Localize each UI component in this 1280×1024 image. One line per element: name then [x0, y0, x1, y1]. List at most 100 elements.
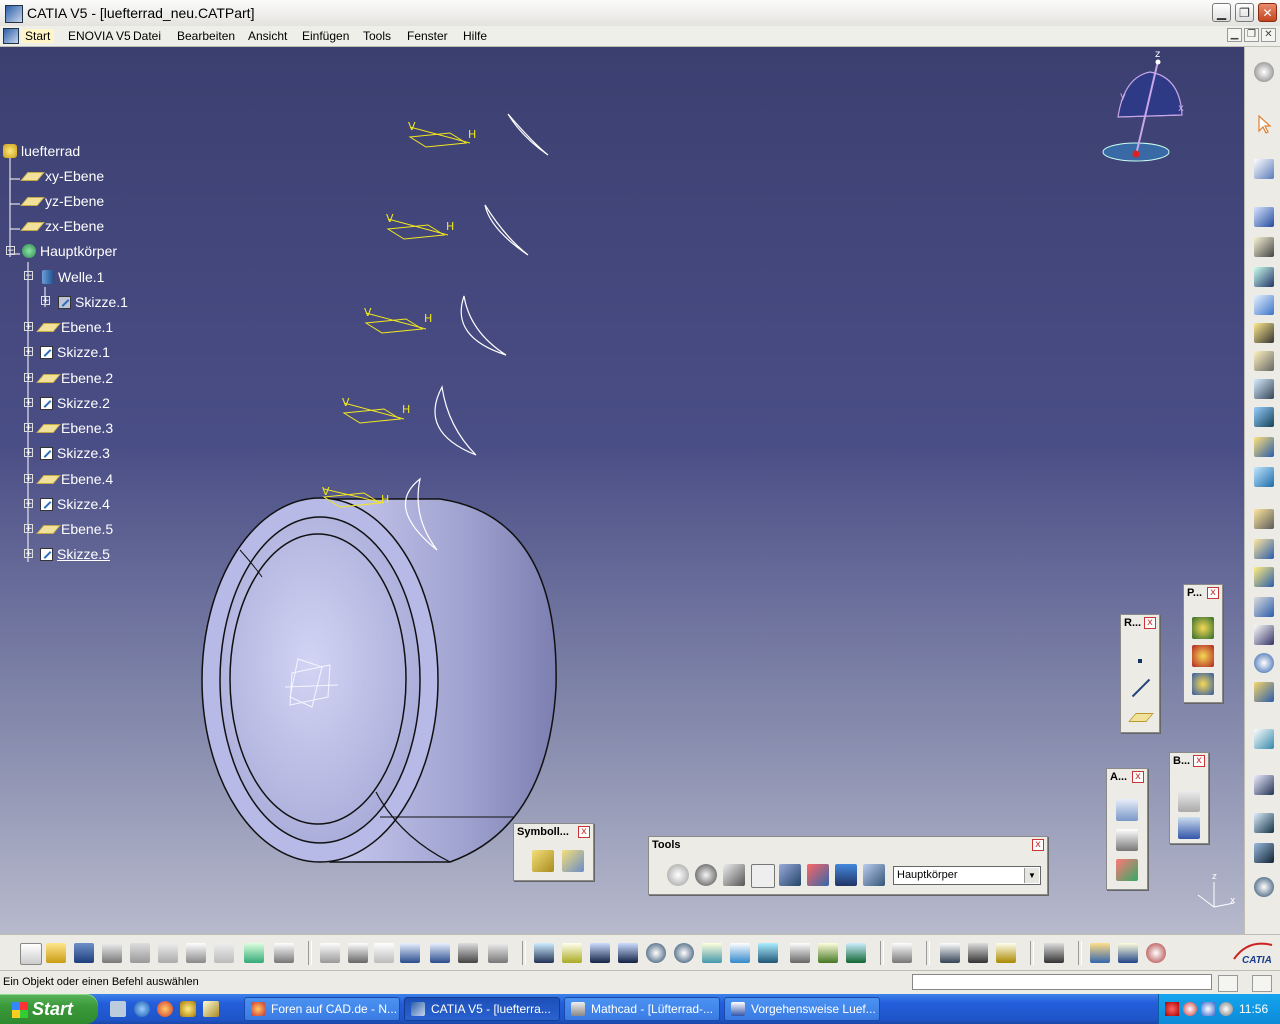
- paste-icon[interactable]: [186, 943, 206, 963]
- expand-toggle[interactable]: +: [24, 347, 33, 357]
- chevron-down-icon[interactable]: ▼: [1024, 868, 1039, 883]
- tools-palette-close[interactable]: x: [1032, 839, 1044, 851]
- draft-analysis-icon[interactable]: [1146, 943, 1166, 963]
- grid-icon[interactable]: [1254, 843, 1274, 863]
- close-button[interactable]: ✕: [1258, 3, 1277, 22]
- tree-item-skizze-5[interactable]: Skizze.5: [40, 544, 110, 564]
- assemble-icon[interactable]: [1192, 645, 1214, 667]
- task-catia[interactable]: CATIA V5 - [luefterra...: [404, 997, 560, 1021]
- flag-note-icon[interactable]: [1116, 829, 1138, 851]
- update-icon[interactable]: [667, 864, 689, 886]
- text-annotation-icon[interactable]: [1116, 799, 1138, 821]
- remove-loft-icon[interactable]: [1254, 467, 1274, 487]
- fit-all-icon[interactable]: [1254, 877, 1274, 897]
- boolean-icon[interactable]: [1192, 673, 1214, 695]
- pattern-icon[interactable]: [1254, 625, 1274, 645]
- menu-tools[interactable]: Tools: [363, 29, 391, 43]
- 3d-viewport[interactable]: V H V H V H V H V H z y x z x luefterrad…: [0, 47, 1244, 934]
- body-select[interactable]: Hauptkörper ▼: [893, 866, 1041, 885]
- menu-ansicht[interactable]: Ansicht: [248, 29, 287, 43]
- expand-toggle[interactable]: +: [24, 474, 33, 484]
- expand-toggle[interactable]: +: [24, 398, 33, 408]
- new-file-icon[interactable]: [20, 943, 42, 965]
- tree-item-skizze-3[interactable]: Skizze.3: [40, 443, 110, 463]
- minimize-button[interactable]: ▁: [1212, 3, 1231, 22]
- catia-app-icon[interactable]: [5, 5, 23, 23]
- symbol-palette-close[interactable]: x: [578, 826, 590, 838]
- sketch-plane-3[interactable]: [364, 295, 507, 356]
- tree-item-ebene-2[interactable]: Ebene.2: [36, 368, 113, 388]
- task-firefox[interactable]: Foren auf CAD.de - N...: [244, 997, 400, 1021]
- start-button[interactable]: Start: [0, 994, 98, 1024]
- tree-item-welle-1[interactable]: Welle.1: [42, 267, 104, 287]
- measure-inertia-icon[interactable]: [996, 943, 1016, 963]
- measure-between-icon[interactable]: [940, 943, 960, 963]
- menu-hilfe[interactable]: Hilfe: [463, 29, 487, 43]
- task-word[interactable]: Vorgehensweise Luef...: [724, 997, 880, 1021]
- gear-icon[interactable]: [1254, 62, 1274, 82]
- expand-skizze-toggle[interactable]: +: [41, 296, 50, 306]
- expand-toggle[interactable]: +: [24, 322, 33, 332]
- tree-item-xy-ebene[interactable]: xy-Ebene: [20, 166, 104, 186]
- measure-item-icon[interactable]: [968, 943, 988, 963]
- groove-icon[interactable]: [1254, 295, 1274, 315]
- annotation-palette-close[interactable]: x: [1132, 771, 1144, 783]
- 3d-annotation-icon[interactable]: [1116, 859, 1138, 881]
- positioned-sketch-icon[interactable]: [562, 850, 584, 872]
- tree-item-ebene-1[interactable]: Ebene.1: [36, 317, 113, 337]
- scan-icon[interactable]: [807, 864, 829, 886]
- help-icon[interactable]: [274, 943, 294, 963]
- menu-start[interactable]: Start: [21, 29, 55, 43]
- expand-toggle[interactable]: +: [24, 499, 33, 509]
- tray-security-icon[interactable]: [1183, 1002, 1197, 1016]
- plane-icon[interactable]: [1128, 705, 1154, 727]
- shaft-icon[interactable]: [1254, 267, 1274, 287]
- quicklaunch-tool-icon[interactable]: [203, 1001, 219, 1017]
- rotate-icon[interactable]: [618, 943, 638, 963]
- print-icon[interactable]: [102, 943, 122, 963]
- zoom-out-icon[interactable]: [674, 943, 694, 963]
- slot-icon[interactable]: [1254, 379, 1274, 399]
- law-icon[interactable]: [488, 943, 508, 963]
- list-icon[interactable]: [835, 864, 857, 886]
- pad-icon[interactable]: [1254, 207, 1274, 227]
- table-icon[interactable]: [400, 943, 420, 963]
- part-palette-close[interactable]: x: [1207, 587, 1219, 599]
- sew-surface-icon[interactable]: [1254, 813, 1274, 833]
- expand-toggle[interactable]: +: [24, 549, 33, 559]
- work-object-icon[interactable]: [779, 864, 801, 886]
- redo-icon[interactable]: [244, 943, 264, 963]
- command-history-button[interactable]: [1218, 975, 1238, 992]
- analysis-icon[interactable]: [1118, 943, 1138, 963]
- transform-icon[interactable]: [1254, 729, 1274, 749]
- doc-minimize-button[interactable]: ▁: [1227, 28, 1242, 42]
- edge-fillet-icon[interactable]: [1254, 509, 1274, 529]
- firefox-icon[interactable]: [157, 1001, 173, 1017]
- lock-icon[interactable]: [458, 943, 478, 963]
- tree-item-skizze-1[interactable]: Skizze.1: [40, 342, 110, 362]
- chamfer-icon[interactable]: [1254, 539, 1274, 559]
- clock[interactable]: 11:56: [1239, 1002, 1268, 1016]
- task-mathcad[interactable]: Mathcad - [Lüfterrad-...: [564, 997, 720, 1021]
- expand-toggle[interactable]: +: [24, 448, 33, 458]
- point-icon[interactable]: [1129, 650, 1151, 672]
- menu-bearbeiten[interactable]: Bearbeiten: [177, 29, 235, 43]
- sketch-plane-2[interactable]: [386, 204, 529, 256]
- media-player-icon[interactable]: [180, 1001, 196, 1017]
- show-desktop-icon[interactable]: [110, 1001, 126, 1017]
- undo-icon[interactable]: [214, 943, 234, 963]
- expand-toggle[interactable]: +: [24, 373, 33, 383]
- tray-volume-icon[interactable]: [1219, 1002, 1233, 1016]
- doc-restore-button[interactable]: ❐: [1244, 28, 1259, 42]
- body-define-icon[interactable]: [863, 864, 885, 886]
- hide-show-icon[interactable]: [818, 943, 838, 963]
- sketch-plane-icon[interactable]: [532, 850, 554, 872]
- insert-body-icon[interactable]: [1192, 617, 1214, 639]
- boolean-palette-close[interactable]: x: [1193, 755, 1205, 767]
- doc-close-button[interactable]: ✕: [1261, 28, 1276, 42]
- apply-material-icon[interactable]: [1090, 943, 1110, 963]
- part-solid[interactable]: [201, 497, 557, 863]
- iso-view-icon[interactable]: [758, 943, 778, 963]
- command-input[interactable]: [912, 974, 1212, 990]
- normal-view-icon[interactable]: [702, 943, 722, 963]
